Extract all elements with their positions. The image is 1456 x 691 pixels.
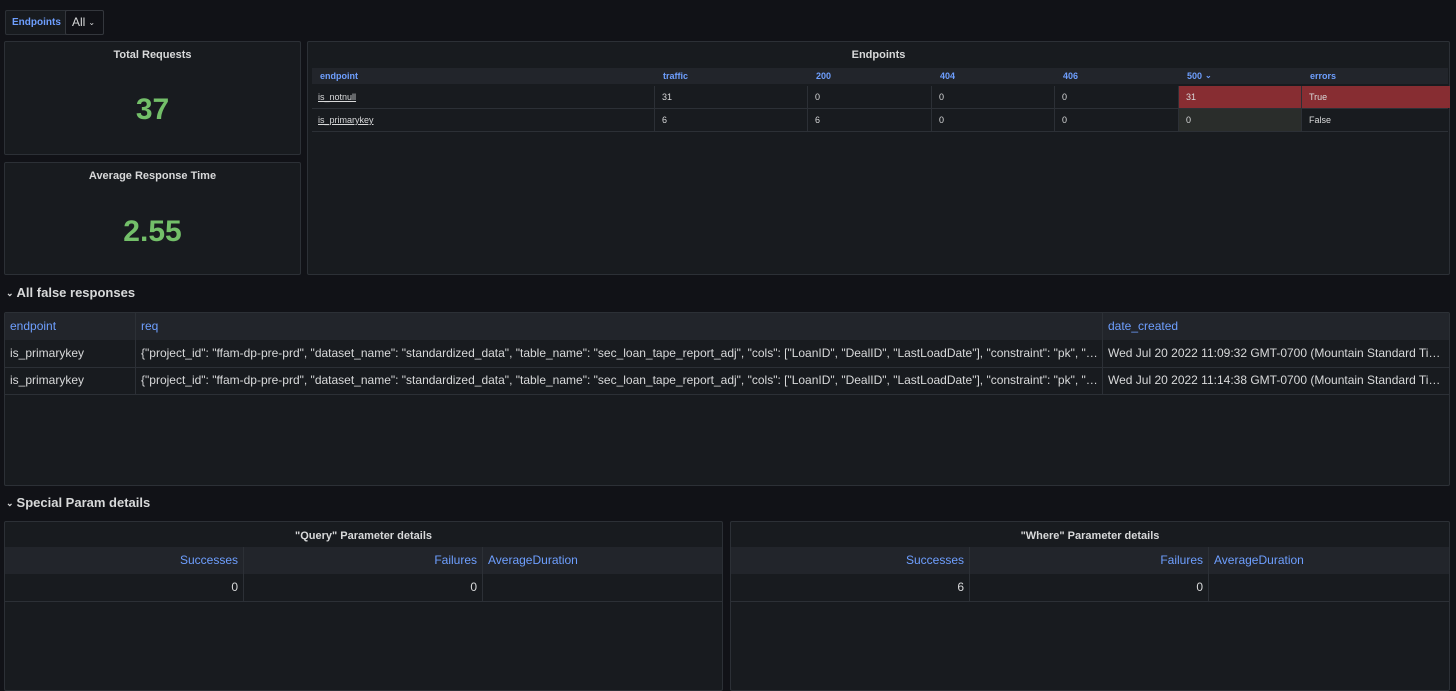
column-header-successes[interactable]: Successes [5,547,244,574]
chevron-down-icon: ⌄ [6,498,14,508]
section-header-special-param-details[interactable]: ⌄ Special Param details [6,495,150,510]
panel-title: "Query" Parameter details [295,530,432,542]
table-row: 6 0 [731,574,1449,602]
query-parameter-panel: "Query" Parameter details Successes Fail… [4,521,723,691]
status-200-cell: 6 [808,109,932,131]
successes-cell: 6 [731,574,970,601]
column-header-endpoint[interactable]: endpoint [312,68,655,84]
errors-cell: True [1302,86,1450,108]
column-header-404[interactable]: 404 [932,68,1055,84]
column-header-500[interactable]: 500 ⌄ [1179,68,1302,84]
sort-desc-icon: ⌄ [1205,71,1212,80]
endpoint-cell: is_primarykey [5,340,136,367]
column-header-traffic[interactable]: traffic [655,68,808,84]
column-header-req[interactable]: req [136,313,1103,340]
table-row: is_primarykey {"project_id": "ffam-dp-pr… [5,340,1449,368]
column-header-failures[interactable]: Failures [970,547,1209,574]
table-row: is_notnull 31 0 0 0 31 True [312,86,1450,109]
table-header: endpoint traffic 200 404 406 500 ⌄ errors [312,68,1448,84]
column-header-date-created[interactable]: date_created [1103,313,1449,340]
panel-title: "Where" Parameter details [1020,530,1160,542]
table-row: 0 0 [5,574,722,602]
endpoints-variable-dropdown[interactable]: All ⌄ [65,10,104,35]
endpoint-cell: is_primarykey [5,367,136,394]
traffic-cell: 6 [655,109,808,131]
successes-cell: 0 [5,574,244,601]
column-header-200[interactable]: 200 [808,68,932,84]
status-500-cell: 0 [1179,109,1302,131]
column-header-successes[interactable]: Successes [731,547,970,574]
table-header: Successes Failures AverageDuration [5,547,722,574]
chevron-down-icon: ⌄ [6,288,14,298]
endpoint-link[interactable]: is_primarykey [312,109,655,131]
chevron-down-icon: ⌄ [88,18,96,27]
panel-title: Total Requests [113,49,192,61]
failures-cell: 0 [244,574,483,601]
column-header-label: 500 [1187,71,1203,81]
status-404-cell: 0 [932,109,1055,131]
average-duration-cell [1209,574,1449,601]
status-406-cell: 0 [1055,86,1179,108]
status-404-cell: 0 [932,86,1055,108]
average-response-time-panel: Average Response Time 2.55 [4,162,301,275]
variable-label-endpoints: Endpoints [5,10,68,35]
table-header: Successes Failures AverageDuration [731,547,1449,574]
status-406-cell: 0 [1055,109,1179,131]
date-created-cell: Wed Jul 20 2022 11:09:32 GMT-0700 (Mount… [1108,346,1449,360]
false-responses-panel: endpoint req date_created is_primarykey … [4,312,1450,486]
column-header-average-duration[interactable]: AverageDuration [483,547,722,574]
section-header-all-false-responses[interactable]: ⌄ All false responses [6,285,135,300]
panel-title: Endpoints [851,49,906,61]
average-response-time-value: 2.55 [123,215,182,248]
column-header-average-duration[interactable]: AverageDuration [1209,547,1449,574]
endpoints-panel: Endpoints endpoint traffic 200 404 406 5… [307,41,1450,275]
req-cell: {"project_id": "ffam-dp-pre-prd", "datas… [136,340,1103,367]
column-header-endpoint[interactable]: endpoint [5,313,136,340]
section-title: Special Param details [16,495,151,510]
column-header-406[interactable]: 406 [1055,68,1179,84]
endpoint-link[interactable]: is_notnull [312,86,655,108]
date-created-cell: Wed Jul 20 2022 11:14:38 GMT-0700 (Mount… [1108,373,1449,387]
variable-value: All [72,15,86,29]
column-header-failures[interactable]: Failures [244,547,483,574]
req-cell: {"project_id": "ffam-dp-pre-prd", "datas… [136,367,1103,394]
traffic-cell: 31 [655,86,808,108]
where-parameter-panel: "Where" Parameter details Successes Fail… [730,521,1450,691]
total-requests-panel: Total Requests 37 [4,41,301,155]
panel-title: Average Response Time [88,170,217,182]
section-title: All false responses [16,285,136,300]
total-requests-value: 37 [135,93,170,126]
average-duration-cell [483,574,722,601]
errors-cell: False [1309,115,1332,125]
table-row: is_primarykey 6 6 0 0 0 False [312,109,1448,132]
column-header-errors[interactable]: errors [1302,68,1450,84]
table-header: endpoint req date_created [5,313,1449,340]
failures-cell: 0 [970,574,1209,601]
status-200-cell: 0 [808,86,932,108]
table-row: is_primarykey {"project_id": "ffam-dp-pr… [5,367,1449,395]
status-500-cell: 31 [1179,86,1302,108]
